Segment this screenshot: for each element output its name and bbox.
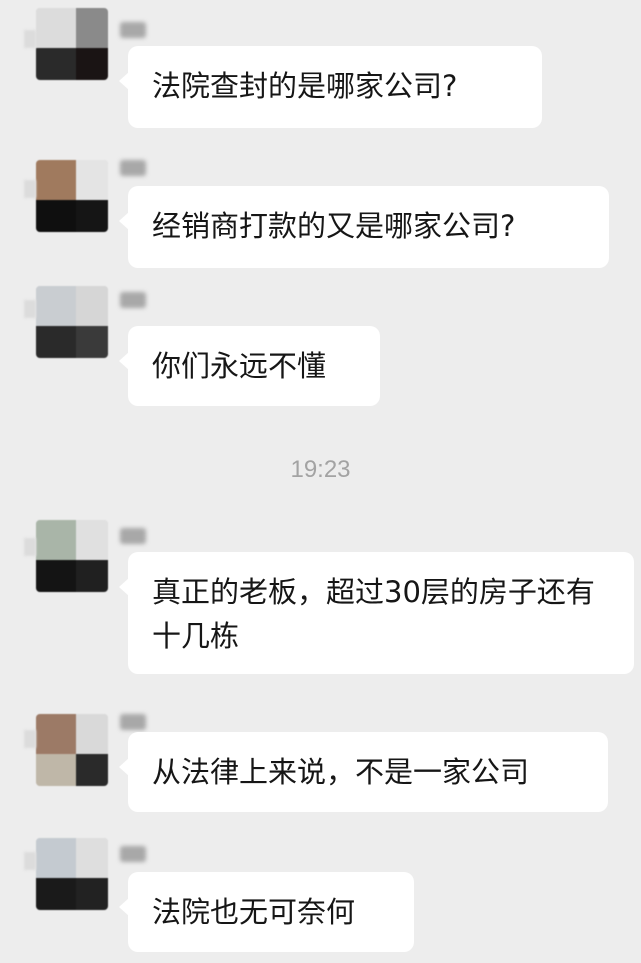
- avatar[interactable]: [36, 520, 108, 592]
- message-bubble[interactable]: 从法律上来说，不是一家公司: [119, 732, 608, 812]
- avatar[interactable]: [36, 838, 108, 910]
- avatar[interactable]: [36, 160, 108, 232]
- sender-name: [120, 288, 152, 310]
- timestamp: 19:23: [290, 456, 351, 483]
- message-bubble[interactable]: 你们永远不懂: [119, 326, 380, 406]
- avatar[interactable]: [36, 286, 108, 358]
- avatar[interactable]: [36, 8, 108, 80]
- message-bubble[interactable]: 法院查封的是哪家公司?: [119, 46, 542, 128]
- avatar[interactable]: [36, 714, 108, 786]
- sender-name: [120, 842, 152, 864]
- sender-name: [120, 710, 152, 732]
- message-bubble[interactable]: 经销商打款的又是哪家公司?: [119, 186, 609, 268]
- sender-name: [120, 156, 152, 178]
- message-bubble[interactable]: 真正的老板，超过30层的房子还有十几栋: [119, 552, 634, 674]
- sender-name: [120, 524, 152, 546]
- message-bubble[interactable]: 法院也无可奈何: [119, 872, 414, 952]
- chat-window: 法院查封的是哪家公司? 经销商打款的又是哪家公司? 你们永远不懂 19:23 真…: [0, 0, 641, 963]
- sender-name: [120, 18, 152, 40]
